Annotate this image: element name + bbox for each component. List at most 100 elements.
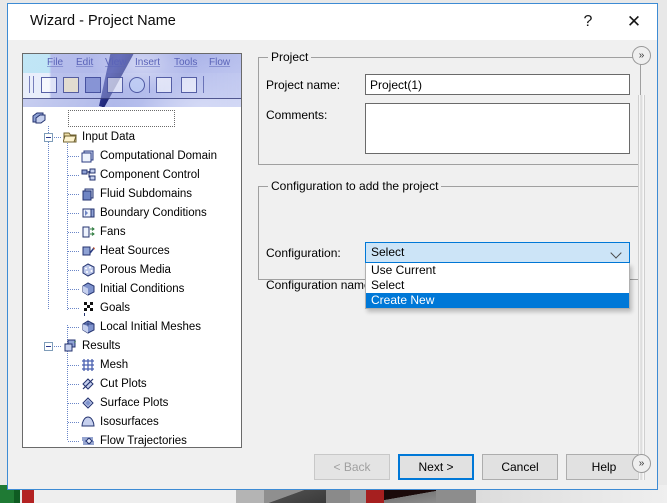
mesh-grid-icon <box>81 358 96 373</box>
cancel-button[interactable]: Cancel <box>482 454 558 480</box>
configuration-dropdown[interactable]: Select <box>365 242 630 263</box>
tree-connector <box>68 289 79 290</box>
tree-connector <box>68 308 79 309</box>
isosurfaces-icon <box>81 415 96 430</box>
banner-menu-item: Insert <box>135 57 160 68</box>
tree-connector <box>68 213 79 214</box>
comments-textarea[interactable] <box>365 103 630 154</box>
assembly-root-icon <box>32 111 47 126</box>
surface-plots-icon <box>81 396 96 411</box>
tree-item-surface-plots[interactable]: Surface Plots <box>23 394 241 413</box>
tree-connector <box>54 346 61 347</box>
globe-icon <box>129 77 145 93</box>
help-button[interactable]: Help <box>566 454 642 480</box>
tree-item-cut-plots[interactable]: Cut Plots <box>23 375 241 394</box>
toolbar-separator <box>29 76 30 93</box>
next-button[interactable]: Next > <box>398 454 474 480</box>
print-icon <box>156 77 172 93</box>
tree-item-results[interactable]: Results <box>23 337 241 356</box>
tree-item-fluid-subdomains[interactable]: Fluid Subdomains <box>23 185 241 204</box>
configuration-label: Configuration: <box>266 246 341 260</box>
cut-plots-icon <box>81 377 96 392</box>
tree-connector <box>54 137 61 138</box>
tree-item-label: Component Control <box>100 166 200 185</box>
tree-item-boundary-conditions[interactable]: Boundary Conditions <box>23 204 241 223</box>
rebuild-icon <box>107 77 123 93</box>
initial-conditions-icon <box>81 282 96 297</box>
dropdown-option-select[interactable]: Select <box>366 278 629 293</box>
banner-menubar: File Edit View Insert Tools Flow <box>23 54 241 73</box>
tree-item-label: Isosurfaces <box>100 413 159 432</box>
tree-connector <box>68 232 79 233</box>
configuration-dropdown-list[interactable]: Use Current Select Create New <box>365 263 630 309</box>
expand-panel-bottom-button[interactable]: » <box>632 454 651 473</box>
banner-menu-item: View <box>105 57 127 68</box>
results-icon <box>63 339 78 354</box>
heat-sources-icon <box>81 244 96 259</box>
tree-item-label: Fluid Subdomains <box>100 185 192 204</box>
project-name-input[interactable] <box>365 74 630 95</box>
tree-connector <box>68 175 79 176</box>
print-preview-icon <box>181 77 197 93</box>
tree-item-label: Initial Conditions <box>100 280 184 299</box>
expander-collapse-icon[interactable] <box>44 133 53 142</box>
tree-item-local-initial-meshes[interactable]: Local Initial Meshes <box>23 318 241 337</box>
tree-item-flow-trajectories[interactable]: Flow Trajectories <box>23 432 241 448</box>
boundary-conditions-icon <box>81 206 96 221</box>
fans-icon <box>81 225 96 240</box>
titlebar-help-icon[interactable]: ? <box>565 4 611 40</box>
component-control-icon <box>81 168 96 183</box>
configuration-groupbox-title: Configuration to add the project <box>268 179 441 193</box>
comments-label: Comments: <box>266 108 327 122</box>
decorative-banner-image: File Edit View Insert Tools Flow <box>23 54 241 107</box>
tree-item-heat-sources[interactable]: Heat Sources <box>23 242 241 261</box>
banner-menu-item: File <box>47 57 63 68</box>
tree-connector <box>68 156 79 157</box>
tree-item-label: Mesh <box>100 356 128 375</box>
new-file-icon <box>41 77 57 93</box>
toolbar-separator <box>203 76 204 93</box>
tree-item-label: Heat Sources <box>100 242 170 261</box>
root-selection-outline <box>68 110 175 127</box>
navigation-tree-panel: File Edit View Insert Tools Flow <box>22 53 242 448</box>
tree-row-root[interactable] <box>23 109 241 128</box>
tree-item-goals[interactable]: Goals <box>23 299 241 318</box>
undo-icon <box>211 77 225 91</box>
tree-item-fans[interactable]: Fans <box>23 223 241 242</box>
tree-view[interactable]: Input Data Computational Domain <box>23 107 241 447</box>
toolbar-separator <box>33 76 34 93</box>
tree-item-label: Local Initial Meshes <box>100 318 201 337</box>
fluid-subdomains-icon <box>81 187 96 202</box>
side-rail-divider <box>638 95 645 480</box>
expander-collapse-icon[interactable] <box>44 342 53 351</box>
tree-item-mesh[interactable]: Mesh <box>23 356 241 375</box>
tree-item-label: Input Data <box>82 128 135 147</box>
tree-connector <box>68 194 79 195</box>
tree-item-label: Fans <box>100 223 126 242</box>
tree-item-component-control[interactable]: Component Control <box>23 166 241 185</box>
project-groupbox-title: Project <box>268 50 311 64</box>
save-icon <box>85 77 101 93</box>
expand-panel-top-button[interactable]: » <box>632 46 651 65</box>
chevron-down-icon <box>612 249 621 258</box>
tree-item-porous-media[interactable]: Porous Media <box>23 261 241 280</box>
dropdown-option-use-current[interactable]: Use Current <box>366 263 629 278</box>
tree-item-isosurfaces[interactable]: Isosurfaces <box>23 413 241 432</box>
tree-item-label: Porous Media <box>100 261 171 280</box>
back-button[interactable]: < Back <box>314 454 390 480</box>
flow-trajectories-icon <box>81 434 96 448</box>
tree-item-label: Results <box>82 337 120 356</box>
configuration-name-label: Configuration name: <box>266 278 374 292</box>
tree-item-initial-conditions[interactable]: Initial Conditions <box>23 280 241 299</box>
open-folder-icon <box>63 77 79 93</box>
tree-connector <box>68 384 79 385</box>
tree-item-label: Computational Domain <box>100 147 217 166</box>
wizard-dialog: Wizard - Project Name ? ✕ File Edit View… <box>7 3 658 490</box>
tree-connector <box>68 365 79 366</box>
dropdown-option-create-new[interactable]: Create New <box>366 293 629 308</box>
dialog-client-area: File Edit View Insert Tools Flow <box>8 40 657 489</box>
tree-item-computational-domain[interactable]: Computational Domain <box>23 147 241 166</box>
close-icon[interactable]: ✕ <box>611 4 657 40</box>
folder-open-icon <box>63 130 78 145</box>
tree-item-input-data[interactable]: Input Data <box>23 128 241 147</box>
